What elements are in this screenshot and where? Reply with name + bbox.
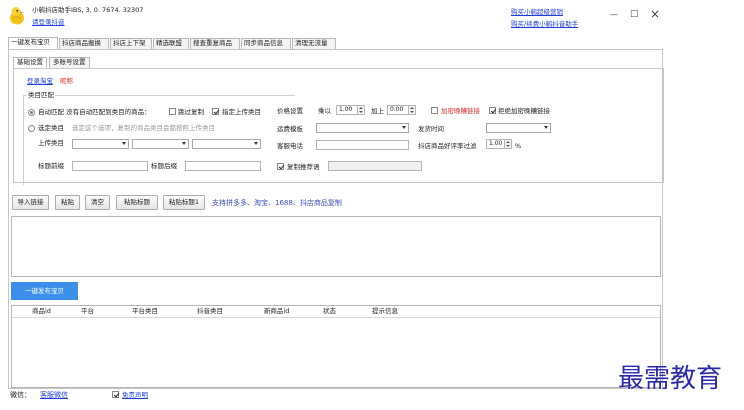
delivery-time-label: 发货时间 (418, 125, 444, 133)
renew-link[interactable]: 购买/续费小鹌抖音助手 (511, 20, 578, 28)
wechat-label: 微信： (10, 391, 31, 399)
tab-cleanup[interactable]: 清理无流量 (292, 38, 336, 49)
upload-category-label: 上传类目 (38, 139, 64, 147)
tab-shelf[interactable]: 抖店上下架 (110, 38, 152, 49)
reject-link-label: 拒绝加密晚糟链接 (498, 107, 550, 115)
rating-filter-label: 抖店商品好评率过滤 (418, 142, 477, 150)
choose-category-label: 选定类目 (38, 124, 64, 132)
paste-title1-button[interactable]: 粘贴标题1 (163, 195, 205, 210)
service-phone-label: 客服电话 (277, 142, 303, 150)
title-prefix-input[interactable] (72, 161, 148, 171)
price-setting-label: 价格设置 (277, 107, 303, 115)
title-suffix-label: 标题后缀 (151, 162, 177, 170)
title-prefix-label: 标题前缀 (38, 162, 64, 170)
wechat-link[interactable]: 客服微信 (40, 391, 68, 399)
disclaimer-link[interactable]: 免责声明 (122, 391, 148, 399)
paste-title-button[interactable]: 粘贴标题 (116, 195, 158, 210)
rating-filter-spinner[interactable] (505, 139, 512, 149)
chevron-down-icon (402, 126, 406, 129)
auto-match-label: 自动匹配 没有自动匹配到类目的商品： (38, 108, 151, 116)
choose-category-radio[interactable] (28, 125, 35, 132)
chevron-down-icon (182, 142, 186, 145)
subtab-multi-account[interactable]: 多账号设置 (49, 57, 90, 68)
clear-button[interactable]: 清空 (85, 195, 110, 210)
column-platform: 平台 (81, 307, 94, 315)
choose-category-note: 选定这个选项，复制的商品类目会都按照上传类目 (72, 124, 215, 132)
specify-category-label: 指定上传类目 (222, 108, 261, 116)
copy-recommend-checkbox[interactable] (277, 163, 284, 170)
column-new-product-id: 新商品id (264, 307, 290, 315)
upload-category-select-2[interactable] (132, 139, 189, 149)
results-header-divider (12, 317, 660, 318)
category-group-label: 类目匹配 (27, 91, 55, 99)
support-note: 支持拼多多、淘宝、1688、抖店商品复制 (212, 199, 342, 207)
add-input[interactable]: 0.00 (387, 105, 409, 115)
tab-sync[interactable]: 同步商品信息 (241, 38, 291, 49)
add-fake-link-checkbox[interactable] (431, 107, 438, 114)
multiply-spinner[interactable] (358, 105, 365, 115)
chevron-down-icon (544, 126, 548, 129)
close-button[interactable]: × (650, 7, 660, 21)
service-phone-input[interactable] (316, 140, 409, 150)
login-douyin-link[interactable]: 请登录抖音 (32, 18, 65, 26)
skip-copy-label: 跳过复制 (178, 108, 204, 116)
app-logo-icon (9, 6, 25, 25)
add-spinner[interactable] (409, 105, 416, 115)
watermark-text: 最需教育 (618, 364, 723, 394)
multiply-input[interactable]: 1.00 (336, 105, 358, 115)
column-product-id: 商品id (32, 307, 51, 315)
upload-category-select-3[interactable] (192, 139, 261, 149)
import-link-button[interactable]: 导入链接 (12, 195, 49, 210)
add-fake-link-label: 加密晚糟链接 (441, 107, 480, 115)
reject-link-checkbox[interactable] (489, 107, 496, 114)
tab-product-move[interactable]: 抖店商品搬换 (59, 38, 109, 49)
link-textarea[interactable] (11, 216, 661, 277)
paste-button[interactable]: 粘贴 (55, 195, 80, 210)
chevron-down-icon (122, 142, 126, 145)
nickname-label: 昵称 (60, 77, 73, 85)
shipping-template-select[interactable] (316, 123, 409, 133)
minimize-button[interactable]: — (610, 10, 618, 19)
subtab-basic-settings[interactable]: 基础设置 (13, 57, 47, 68)
window-title: 小鹌抖店助手IBS, 3. 0. 7674. 32307 (32, 6, 144, 14)
copy-recommend-input[interactable] (328, 161, 422, 171)
maximize-button[interactable]: □ (630, 9, 639, 19)
column-platform-category: 平台类目 (132, 307, 158, 315)
title-suffix-input[interactable] (185, 161, 261, 171)
column-status: 状态 (323, 307, 336, 315)
tab-publish[interactable]: 一键发布宝贝 (8, 37, 58, 49)
shipping-template-label: 运费模板 (277, 125, 303, 133)
buy-marketing-link[interactable]: 购买小鹌超级营销 (511, 8, 563, 16)
copy-recommend-label: 复制推荐语 (287, 163, 320, 171)
upload-category-select-1[interactable] (72, 139, 129, 149)
publish-button[interactable]: 一键发布宝贝 (11, 282, 78, 300)
rating-filter-unit: % (515, 142, 522, 150)
skip-copy-checkbox[interactable] (169, 108, 176, 115)
specify-category-checkbox[interactable] (212, 108, 219, 115)
disclaimer-checkbox[interactable] (112, 391, 119, 398)
delivery-time-select[interactable] (486, 123, 551, 133)
rating-filter-input[interactable]: 1.00 (486, 139, 505, 149)
multiply-label: 乘以 (318, 107, 331, 115)
tab-alliance[interactable]: 精选联盟 (153, 38, 189, 49)
add-label: 加上 (371, 107, 384, 115)
column-douyin-category: 抖音类目 (197, 307, 223, 315)
column-message: 提示信息 (372, 307, 398, 315)
login-taobao-link[interactable]: 登录淘宝 (27, 77, 53, 85)
chevron-down-icon (254, 142, 258, 145)
tab-duplicates[interactable]: 搜查重复商品 (190, 38, 240, 49)
auto-match-radio[interactable] (28, 109, 35, 116)
